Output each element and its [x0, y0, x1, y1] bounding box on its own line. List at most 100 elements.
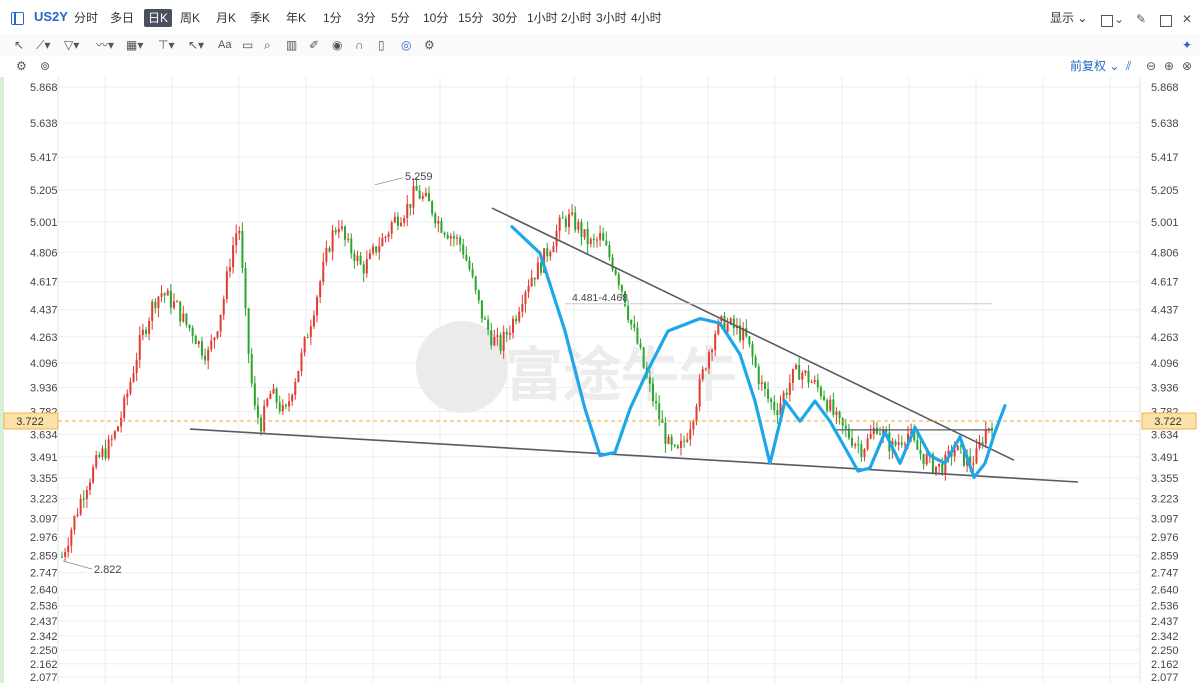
candle-body	[123, 397, 126, 418]
candle-body	[365, 258, 368, 274]
arrow-tool-icon[interactable]: ↖▾	[188, 38, 204, 52]
candle-body	[558, 217, 561, 232]
candle-body	[101, 448, 104, 457]
candle-body	[306, 337, 309, 339]
candle-body	[113, 431, 116, 439]
candle-body	[129, 381, 132, 394]
cursor-icon[interactable]: ↖	[14, 38, 24, 52]
text-tool-icon[interactable]: Aa	[218, 38, 231, 52]
comment-icon[interactable]: ▭	[242, 38, 253, 52]
period-tab[interactable]: 10分	[423, 9, 448, 27]
measure-tool-icon[interactable]: ⊤▾	[158, 38, 174, 52]
candle-body	[975, 447, 978, 464]
layout-square-icon[interactable]	[1101, 15, 1113, 27]
gear-icon[interactable]: ⚙	[16, 59, 27, 73]
candle-body	[642, 347, 645, 368]
candle-body	[897, 442, 900, 445]
candle-body	[456, 237, 459, 239]
candle-body	[160, 293, 163, 297]
candle-body	[403, 217, 406, 223]
zoom-in-icon[interactable]: ⊕	[1164, 59, 1174, 73]
pen-icon[interactable]: ✎	[1136, 12, 1146, 26]
period-tab[interactable]: 3分	[357, 9, 376, 27]
symbol-label[interactable]: US2Y	[34, 9, 68, 24]
candle-body	[689, 429, 692, 440]
candle-body	[704, 368, 707, 370]
period-tab[interactable]: 日K	[144, 9, 173, 27]
y-tick-label: 3.223	[1151, 494, 1179, 506]
trendline-tool-icon[interactable]: ⟋▾	[36, 38, 50, 52]
candle-body	[711, 350, 714, 353]
period-tab[interactable]: 多日	[110, 9, 134, 27]
circle-up-icon[interactable]: ⊚	[40, 59, 50, 73]
candle-body	[260, 417, 263, 432]
panel-toggle-icon[interactable]	[11, 12, 24, 25]
candle-body	[571, 212, 574, 215]
display-dropdown[interactable]: 显示 ⌄	[1050, 9, 1087, 27]
chart-area[interactable]: 富途牛牛 5.868 5.638 5.417 5.205 5.001 4.806 4.617…	[0, 77, 1200, 684]
candle-body	[773, 401, 776, 411]
candle-body	[595, 239, 598, 241]
globe-icon[interactable]: ◎	[401, 38, 411, 52]
candle-body	[866, 438, 869, 450]
candle-body	[776, 410, 779, 416]
channel-tool-icon[interactable]: ▽▾	[64, 38, 79, 52]
candle-body	[443, 232, 446, 235]
candle-body	[347, 238, 350, 240]
period-tab[interactable]: 1分	[323, 9, 342, 27]
candle-body	[474, 276, 477, 291]
candle-body	[757, 366, 760, 385]
candle-body	[384, 236, 387, 238]
y-tick-label: 4.617	[30, 277, 58, 289]
candle-body	[667, 436, 670, 444]
y-tick-label: 2.077	[1151, 672, 1179, 683]
period-tab[interactable]: 周K	[180, 9, 200, 27]
popout-icon[interactable]	[1160, 15, 1172, 27]
candle-body	[580, 221, 583, 238]
candle-body	[76, 514, 79, 516]
magnet-icon[interactable]: ∩	[355, 38, 364, 52]
pin-icon[interactable]: ✦	[1182, 38, 1192, 52]
chevron-down-icon[interactable]: ⌄	[1114, 12, 1124, 26]
candle-body	[829, 399, 832, 411]
settings-icon[interactable]: ⚙	[424, 38, 435, 52]
candle-body	[984, 429, 987, 444]
candlestick-chart[interactable]: 富途牛牛 5.8685.6385.4175.2055.0014.8064.617…	[0, 77, 1200, 684]
period-tab[interactable]: 2小时	[561, 9, 592, 27]
candle-body	[319, 281, 322, 298]
y-tick-label: 5.417	[30, 152, 58, 164]
candle-body	[107, 439, 110, 459]
pattern-tool-icon[interactable]: ▦▾	[126, 38, 143, 52]
period-tab[interactable]: 月K	[216, 9, 236, 27]
wave-tool-icon[interactable]: 〰▾	[96, 38, 114, 52]
eye-icon[interactable]: ◉	[332, 38, 342, 52]
candle-body	[169, 290, 172, 308]
period-tab[interactable]: 15分	[458, 9, 483, 27]
period-tab[interactable]: 季K	[250, 9, 270, 27]
zoom-out-icon[interactable]: ⊖	[1146, 59, 1156, 73]
period-tab[interactable]: 3小时	[596, 9, 627, 27]
y-tick-label: 2.747	[1151, 568, 1179, 580]
search-icon[interactable]: ⌕	[264, 38, 271, 52]
chart-icon[interactable]: ▥	[286, 38, 297, 52]
candle-body	[627, 305, 630, 320]
period-tab[interactable]: 分时	[74, 9, 98, 27]
period-tab[interactable]: 30分	[492, 9, 517, 27]
adjust-dropdown[interactable]: 前复权 ⌄	[1070, 59, 1119, 73]
left-strip	[0, 77, 4, 683]
indicator-icon[interactable]: ⫽	[1126, 59, 1131, 73]
candle-body	[428, 193, 431, 202]
candle-body	[480, 300, 483, 319]
candle-body	[141, 329, 144, 336]
candle-body	[148, 320, 151, 334]
period-tab[interactable]: 年K	[286, 9, 306, 27]
period-tab[interactable]: 4小时	[631, 9, 662, 27]
close-icon[interactable]: ✕	[1182, 12, 1192, 26]
period-tab[interactable]: 5分	[391, 9, 410, 27]
trash-icon[interactable]: ▯	[378, 38, 385, 52]
current-price-label: 3.722	[1154, 416, 1182, 428]
period-tab[interactable]: 1小时	[527, 9, 558, 27]
reset-icon[interactable]: ⊗	[1182, 59, 1192, 73]
brush-icon[interactable]: ✐	[309, 38, 319, 52]
candle-body	[316, 297, 319, 316]
